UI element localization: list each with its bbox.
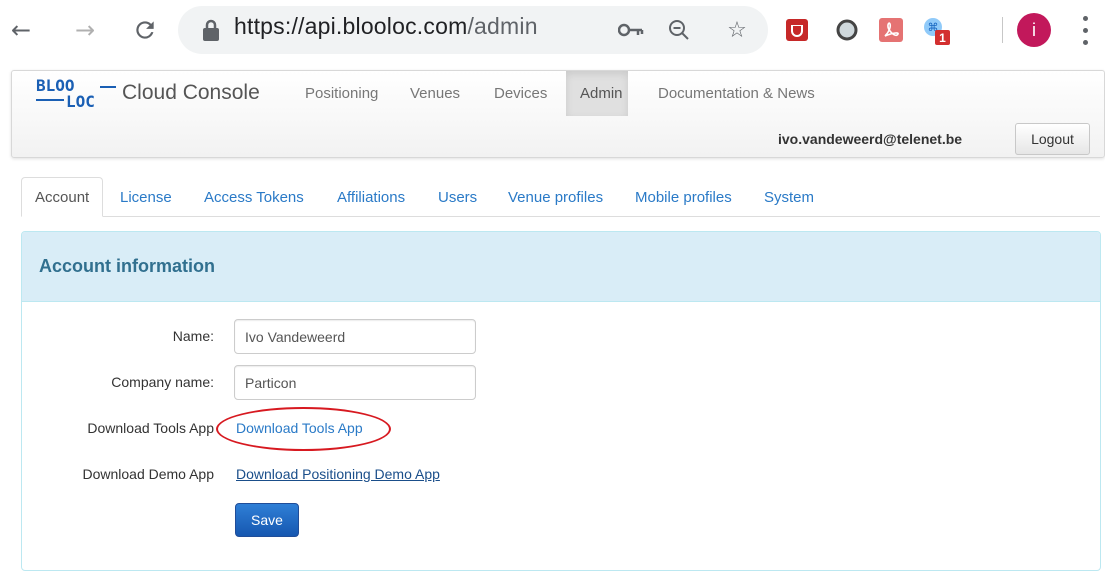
brand-title[interactable]: Cloud Console xyxy=(122,81,260,105)
reload-icon[interactable] xyxy=(128,13,162,47)
company-label: Company name: xyxy=(111,374,214,390)
nav-devices[interactable]: Devices xyxy=(480,71,561,116)
key-icon[interactable] xyxy=(616,15,646,45)
zoom-out-icon[interactable] xyxy=(664,15,694,45)
pdf-extension-icon[interactable] xyxy=(877,16,905,44)
user-email: ivo.vandeweerd@telenet.be xyxy=(778,131,963,147)
nav-admin[interactable]: Admin xyxy=(566,71,628,116)
tab-system[interactable]: System xyxy=(751,177,827,217)
lock-icon xyxy=(200,18,222,42)
blooloc-logo[interactable]: BLOO LOC xyxy=(34,76,118,112)
demo-app-label: Download Demo App xyxy=(82,466,214,482)
download-demo-app-link[interactable]: Download Positioning Demo App xyxy=(236,466,440,482)
svg-text:LOC: LOC xyxy=(66,92,95,111)
tab-mobile-profiles[interactable]: Mobile profiles xyxy=(622,177,745,217)
url-text[interactable]: https://api.blooloc.com/admin xyxy=(234,13,538,40)
star-icon[interactable]: ☆ xyxy=(722,15,752,45)
company-input[interactable] xyxy=(234,365,476,400)
nav-venues[interactable]: Venues xyxy=(396,71,474,116)
download-tools-app-link[interactable]: Download Tools App xyxy=(236,420,363,436)
nav-documentation-news[interactable]: Documentation & News xyxy=(644,71,829,116)
toolbar-divider xyxy=(1002,17,1003,43)
tab-users[interactable]: Users xyxy=(425,177,490,217)
kebab-menu-icon[interactable] xyxy=(1078,12,1092,48)
profile-avatar[interactable]: i xyxy=(1017,13,1051,47)
nav-positioning[interactable]: Positioning xyxy=(291,71,392,116)
puzzle-extension-icon[interactable]: ⌘ 1 xyxy=(921,16,950,45)
tab-venue-profiles[interactable]: Venue profiles xyxy=(495,177,616,217)
tab-license[interactable]: License xyxy=(107,177,185,217)
forward-arrow-icon[interactable]: → xyxy=(68,13,102,47)
tab-access-tokens[interactable]: Access Tokens xyxy=(191,177,317,217)
name-label: Name: xyxy=(172,328,214,344)
tab-account[interactable]: Account xyxy=(21,177,104,217)
back-arrow-icon[interactable]: ← xyxy=(4,13,38,47)
name-input[interactable] xyxy=(234,319,476,354)
tools-app-label: Download Tools App xyxy=(87,420,214,436)
logout-button[interactable]: Logout xyxy=(1015,123,1090,155)
shield-extension-icon[interactable] xyxy=(783,16,811,44)
tab-affiliations[interactable]: Affiliations xyxy=(324,177,418,217)
panel-title: Account information xyxy=(39,256,215,276)
save-button[interactable]: Save xyxy=(235,503,299,537)
circle-extension-icon[interactable] xyxy=(833,16,861,44)
svg-text:1: 1 xyxy=(939,31,946,45)
